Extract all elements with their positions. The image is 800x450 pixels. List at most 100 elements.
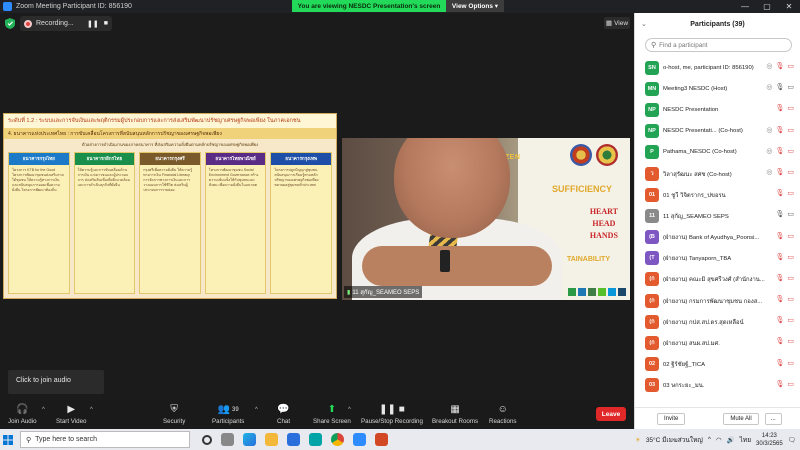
breakout-rooms-button[interactable]: ▦ Breakout Rooms <box>432 403 478 425</box>
mic-muted-icon[interactable]: 🎙 <box>775 147 784 155</box>
participant-row[interactable]: ว วิลาสุรัฒนะ สศช (Co-host) ◎ 🎙 ▭ <box>645 163 800 184</box>
security-button[interactable]: ⛨ Security <box>163 403 185 425</box>
leave-button[interactable]: Leave <box>596 407 626 421</box>
security-shield-icon: ⛨ <box>170 404 178 415</box>
stop-icon[interactable]: ■ <box>104 20 108 28</box>
participant-row[interactable]: 01 01 ชูวี วิจิตรากร_ปขอรน 🎙 ▭ <box>645 184 800 205</box>
join-audio-tooltip[interactable]: Click to join audio <box>8 370 104 394</box>
view-button[interactable]: ▦ View <box>604 17 630 29</box>
edge-icon[interactable] <box>243 433 256 446</box>
mic-icon[interactable]: 🎙 <box>775 210 784 218</box>
mic-muted-icon[interactable]: 🎙 <box>775 104 784 112</box>
grid-icon: ▦ <box>605 20 613 27</box>
recording-permission-icon: ◎ <box>766 147 773 155</box>
language-indicator[interactable]: ไทย <box>740 435 751 445</box>
taskbar-clock[interactable]: 14:23 30/3/2565 <box>756 432 783 448</box>
bank-logo: ธนาคารกรุงเทพ <box>271 153 331 165</box>
participant-row[interactable]: P Pathama_NESDC (Co-host) ◎ 🎙 ▭ <box>645 142 800 163</box>
mic-muted-icon[interactable]: 🎙 <box>775 126 784 134</box>
participant-row[interactable]: (ก (ฝ่ายงาน) คณะมิ สุขศรีวงศ์ (สำนักงาน..… <box>645 269 800 290</box>
file-explorer-icon[interactable] <box>265 433 278 446</box>
chat-button[interactable]: 💬 Chat <box>277 403 290 425</box>
participant-row[interactable]: (ก (ฝ่ายงาน) สนผ.สป.มศ. 🎙 ▭ <box>645 332 800 353</box>
volume-icon[interactable]: 🔊 <box>727 436 735 444</box>
reactions-button[interactable]: ☺ Reactions <box>489 403 517 425</box>
participant-row[interactable]: MN Meeting3 NESDC (Host) ◎ 🎙 ▭ <box>645 78 800 99</box>
video-options-chevron-icon[interactable]: ^ <box>90 407 93 413</box>
share-screen-button[interactable]: ⬆ Share Screen <box>313 403 351 425</box>
slide-card: ธนาคารกรุงศรี กรุงศรีเพื่อความยั่งยืน ให… <box>139 152 201 294</box>
participant-name: (ฝ่ายงาน) กรมการพัฒนาชุมชน กองส... <box>663 298 763 305</box>
participant-status-icons: 🎙 ▭ <box>775 189 794 197</box>
participant-status-icons: 🎙 ▭ <box>775 359 794 367</box>
zoom-taskbar-icon[interactable] <box>353 433 366 446</box>
powerpoint-icon[interactable] <box>375 433 388 446</box>
join-audio-button[interactable]: 🎧 Join Audio <box>8 403 37 425</box>
mic-icon[interactable]: 🎙 <box>775 83 784 91</box>
notification-icon[interactable]: 🗨 <box>788 436 796 444</box>
camera-off-icon: ▭ <box>787 147 794 155</box>
camera-off-icon: ▭ <box>787 63 794 70</box>
slide-cards: ธนาคารกรุงไทย โครงการ KTB for the Good โ… <box>8 152 332 294</box>
participant-row[interactable]: SN o-host, me, participant ID: 856190) ◎ 🎙 ▭ <box>645 57 800 78</box>
participant-row[interactable]: (ก (ฝ่ายงาน) กปส.สป.ดร.สุดเหลือน์ 🎙 ▭ <box>645 311 800 332</box>
minimize-icon[interactable]: — <box>734 0 756 13</box>
participant-row[interactable]: NP NESDC Presentati... (Co-host) ◎ 🎙 ▭ <box>645 121 800 142</box>
view-options-button[interactable]: View Options ▾ <box>446 0 504 12</box>
camera-icon: ▭ <box>787 84 794 92</box>
wifi-icon[interactable]: ◠ <box>716 436 722 444</box>
participant-row[interactable]: (B (ฝ่ายงาน) Bank of Ayudhya_Poonsi... 🎙 ▭ <box>645 227 800 248</box>
participant-status-icons: 🎙 ▭ <box>775 232 794 240</box>
task-view-icon[interactable] <box>202 434 212 445</box>
close-icon[interactable]: ✕ <box>778 0 800 13</box>
mute-all-button[interactable]: Mute All <box>723 412 759 425</box>
mic-muted-icon[interactable]: 🎙 <box>775 337 784 345</box>
mic-muted-icon[interactable]: 🎙 <box>775 380 784 388</box>
participant-avatar: (ก <box>645 314 659 329</box>
task-switch-icon[interactable] <box>221 433 234 446</box>
speaker-video-tile[interactable]: AL CITIZEN SUFFICIENCY HEART HEAD HANDS … <box>342 138 630 300</box>
participants-options-chevron-icon[interactable]: ^ <box>255 407 258 413</box>
taskbar-apps <box>202 433 388 446</box>
shield-icon[interactable] <box>5 18 15 29</box>
system-tray: ☀ 35°C มีเมฆส่วนใหญ่ ^ ◠ 🔊 ไทย 14:23 30/… <box>635 429 796 450</box>
start-video-button[interactable]: ▶ Start Video <box>56 403 87 425</box>
participant-row[interactable]: NP NESDC Presentation 🎙 ▭ <box>645 99 800 120</box>
taskbar-search[interactable]: ⚲ Type here to search <box>20 431 190 448</box>
invite-button[interactable]: Invite <box>657 412 686 425</box>
participant-avatar: (ก <box>645 272 659 287</box>
weather-text[interactable]: 35°C มีเมฆส่วนใหญ่ <box>646 435 703 445</box>
pause-icon[interactable]: ❚❚ <box>87 20 99 28</box>
participant-row[interactable]: 03 03 ษกระยะ_มน. 🎙 ▭ <box>645 375 800 396</box>
mic-muted-icon[interactable]: 🎙 <box>775 274 784 282</box>
mic-muted-icon[interactable]: 🎙 <box>775 295 784 303</box>
participant-row[interactable]: 11 11 สุกัญ_SEAMEO SEPS 🎙 ▭ <box>645 205 800 226</box>
pause-recording-button[interactable]: ❚❚ ■ Pause/Stop Recording <box>361 403 423 425</box>
tray-arrow-icon[interactable]: ^ <box>708 436 711 443</box>
windows-start-icon[interactable] <box>0 429 16 450</box>
participant-search-input[interactable] <box>659 41 786 49</box>
store-icon[interactable] <box>309 433 322 446</box>
mic-muted-icon[interactable]: 🎙 <box>775 168 784 176</box>
chrome-icon[interactable] <box>331 433 344 446</box>
share-options-chevron-icon[interactable]: ^ <box>348 407 351 413</box>
mail-icon[interactable] <box>287 433 300 446</box>
more-options-button[interactable]: ... <box>764 412 782 425</box>
mic-muted-icon[interactable]: 🎙 <box>775 359 784 367</box>
participant-row[interactable]: (ก (ฝ่ายงาน) กรมการพัฒนาชุมชน กองส... 🎙 ▭ <box>645 290 800 311</box>
mic-muted-icon[interactable]: 🎙 <box>775 62 784 70</box>
participants-button[interactable]: 👥 39 Participants <box>212 403 244 425</box>
participant-row[interactable]: (T (ฝ่ายงาน) Tanyaporn_TBA 🎙 ▭ <box>645 248 800 269</box>
mic-muted-icon[interactable]: 🎙 <box>775 232 784 240</box>
chevron-down-icon: ▾ <box>494 3 499 10</box>
mic-muted-icon[interactable]: 🎙 <box>775 316 784 324</box>
view-options-label: View Options <box>451 2 493 10</box>
card-text: โครงการปลูกปัญญาสู่ชุมชน สนับสนุนการเรีย… <box>274 168 319 187</box>
audio-options-chevron-icon[interactable]: ^ <box>42 407 45 413</box>
sdg-icon <box>568 288 576 296</box>
maximize-icon[interactable]: ▢ <box>756 0 778 13</box>
participant-row[interactable]: 02 02 ฐิร์ชัยฐ์_TICA 🎙 ▭ <box>645 354 800 375</box>
mic-muted-icon[interactable]: 🎙 <box>775 253 784 261</box>
wristwatch <box>440 250 450 272</box>
mic-muted-icon[interactable]: 🎙 <box>775 189 784 197</box>
